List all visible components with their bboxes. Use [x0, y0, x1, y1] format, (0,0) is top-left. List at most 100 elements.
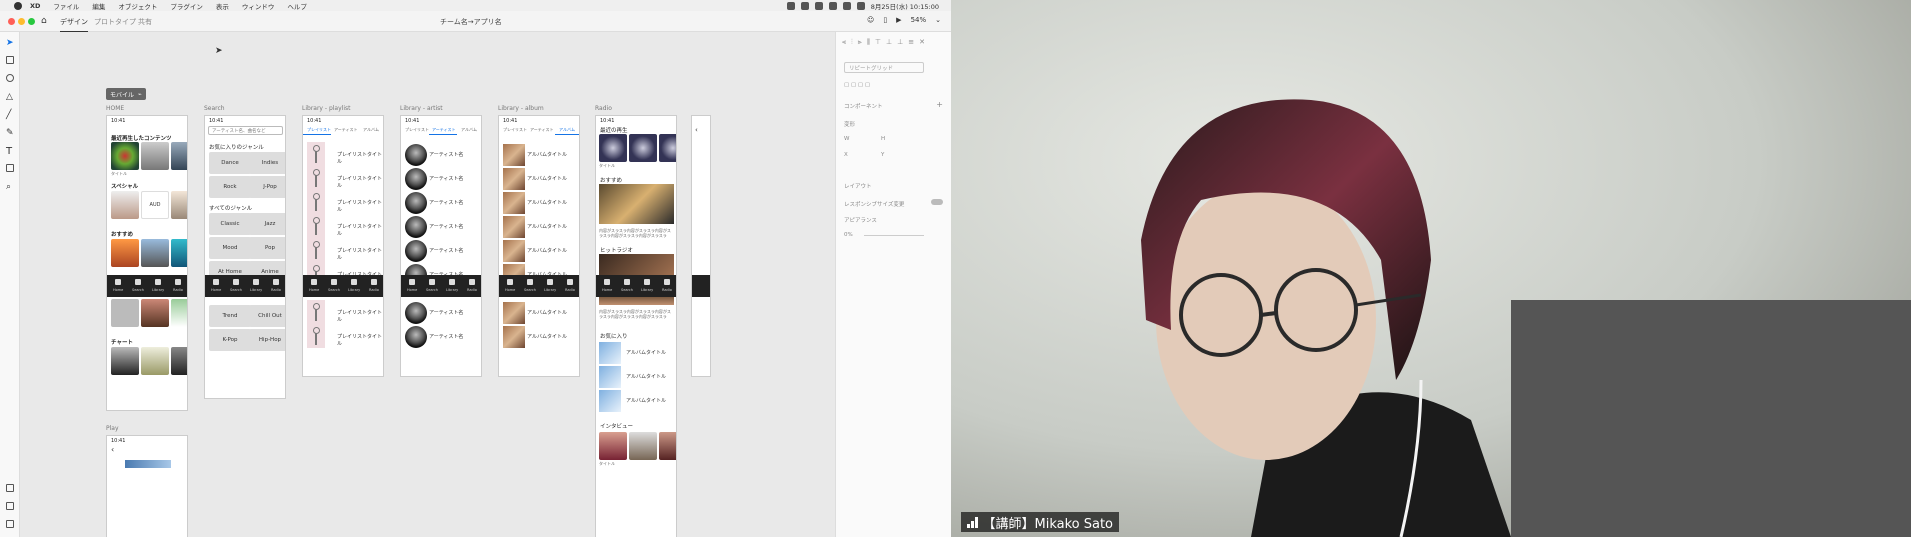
align-bottom-icon[interactable]: ⊥ — [897, 38, 903, 47]
menu-view[interactable]: 表示 — [216, 1, 229, 11]
radio-icon[interactable] — [469, 279, 475, 285]
home-icon[interactable] — [311, 279, 317, 285]
polygon-tool-icon[interactable]: △ — [6, 92, 13, 102]
genre-card[interactable]: Indies — [249, 152, 285, 174]
list-item[interactable]: プレイリストタイトル — [337, 175, 383, 189]
featured-image[interactable] — [599, 297, 674, 305]
menu-help[interactable]: ヘルプ — [287, 1, 307, 11]
repeat-grid-button[interactable]: リピートグリッド — [844, 62, 924, 73]
tab-album[interactable]: アルバム — [461, 127, 477, 133]
y-field[interactable]: Y — [881, 152, 884, 158]
menu-edit[interactable]: 編集 — [92, 1, 105, 11]
align-center-icon[interactable]: ⫶ — [851, 38, 853, 47]
library-icon[interactable] — [351, 279, 357, 285]
chevron-left-icon[interactable]: ‹ — [111, 445, 114, 454]
list-item[interactable]: アーティスト名 — [429, 223, 463, 230]
artboard-label-search[interactable]: Search — [204, 105, 225, 112]
radio-icon[interactable] — [371, 279, 377, 285]
tab-share[interactable]: 共有 — [138, 17, 152, 27]
text-tool-icon[interactable]: T — [6, 146, 12, 157]
content-thumbnail[interactable] — [141, 142, 169, 170]
play-icon[interactable]: ▶ — [896, 16, 901, 24]
album-cover[interactable] — [503, 240, 525, 262]
search-icon[interactable] — [429, 279, 435, 285]
list-item[interactable]: アルバムタイトル — [527, 223, 567, 230]
distribute-icon[interactable]: ⫼ — [867, 38, 870, 47]
tab-artist[interactable]: アーティスト — [334, 127, 358, 133]
device-preview-icon[interactable]: ▯ — [883, 16, 887, 24]
genre-card[interactable]: Rock — [209, 176, 251, 198]
search-icon[interactable] — [233, 279, 239, 285]
clock[interactable]: 8月25日(水) 10:15:00 — [871, 1, 939, 11]
align-left-icon[interactable]: ⫷ — [842, 38, 846, 47]
artboard-label-play[interactable]: Play — [106, 425, 119, 432]
content-thumbnail[interactable] — [171, 142, 187, 170]
list-item[interactable]: アーティスト名 — [429, 151, 463, 158]
album-cover[interactable] — [503, 168, 525, 190]
genre-card[interactable]: Chill Out — [249, 305, 285, 327]
radio-icon[interactable] — [273, 279, 279, 285]
rectangle-tool-icon[interactable] — [6, 56, 14, 64]
artboard-tool-icon[interactable] — [6, 164, 14, 172]
album-cover[interactable] — [503, 192, 525, 214]
search-icon[interactable] — [135, 279, 141, 285]
library-icon[interactable] — [155, 279, 161, 285]
opacity-field[interactable]: 0% — [844, 232, 853, 238]
home-icon[interactable]: ⌂ — [41, 16, 47, 26]
opacity-slider[interactable] — [864, 235, 924, 236]
wifi-icon[interactable] — [842, 2, 851, 10]
genre-card[interactable]: K-Pop — [209, 329, 251, 351]
search-icon[interactable] — [856, 2, 865, 10]
album-cover[interactable] — [503, 216, 525, 238]
menu-object[interactable]: オブジェクト — [118, 1, 157, 11]
status-icon[interactable] — [814, 2, 823, 10]
search-icon[interactable] — [624, 279, 630, 285]
list-item[interactable]: プレイリストタイトル — [337, 199, 383, 213]
content-thumbnail[interactable] — [111, 239, 139, 267]
content-thumbnail[interactable]: AUD — [141, 191, 169, 219]
album-cover[interactable] — [503, 302, 525, 324]
assets-icon[interactable] — [6, 484, 14, 492]
artist-avatar[interactable] — [405, 168, 427, 190]
artboard-artist[interactable]: 10:41 プレイリスト アーティスト アルバム アーティスト名 アーティスト名… — [400, 115, 482, 377]
list-item[interactable]: アーティスト名 — [429, 309, 463, 316]
distribute-v-icon[interactable]: ≡ — [908, 38, 914, 47]
genre-card[interactable]: Mood — [209, 237, 251, 259]
artboard-label-home[interactable]: HOME — [106, 105, 124, 112]
home-icon[interactable] — [409, 279, 415, 285]
featured-image[interactable] — [599, 254, 674, 276]
ellipse-tool-icon[interactable] — [6, 74, 14, 82]
close-window-button[interactable] — [8, 18, 15, 25]
tab-design[interactable]: デザイン — [60, 17, 88, 32]
content-thumbnail[interactable] — [629, 432, 657, 460]
status-icon[interactable] — [828, 2, 837, 10]
design-canvas[interactable]: ➤ モバイル ⌁ HOME 10:41 最近再生したコンテンツ タイトル スペシャ… — [20, 32, 835, 537]
artist-avatar[interactable] — [405, 302, 427, 324]
tab-album[interactable]: アルバム — [363, 127, 379, 133]
artboard-playlist[interactable]: 10:41 プレイリスト アーティスト アルバム プレイリストタイトル プレイリ… — [302, 115, 384, 377]
home-icon[interactable] — [507, 279, 513, 285]
status-icon[interactable] — [786, 2, 795, 10]
library-icon[interactable] — [449, 279, 455, 285]
list-item[interactable]: アーティスト名 — [429, 175, 463, 182]
responsive-toggle[interactable] — [931, 199, 943, 205]
list-item[interactable]: プレイリストタイトル — [337, 333, 383, 347]
align-right-icon[interactable]: ⫸ — [858, 38, 862, 47]
chevron-left-icon[interactable]: ‹ — [695, 126, 698, 134]
list-item[interactable]: プレイリストタイトル — [337, 151, 383, 165]
align-middle-icon[interactable]: ⊥ — [886, 38, 892, 47]
library-icon[interactable] — [644, 279, 650, 285]
search-icon[interactable] — [331, 279, 337, 285]
artboard-album[interactable]: 10:41 プレイリスト アーティスト アルバム アルバムタイトル アルバムタイ… — [498, 115, 580, 377]
album-cover[interactable] — [503, 326, 525, 348]
album-cover[interactable] — [599, 390, 621, 412]
content-thumbnail[interactable] — [141, 299, 169, 327]
artboard-play[interactable]: 10:41 ‹ — [106, 435, 188, 537]
artboard-radio[interactable]: 10:41 最近の再生 タイトル おすすめ 内容がスラスラ内容がスラスラ内容がス… — [595, 115, 677, 537]
album-cover[interactable] — [599, 366, 621, 388]
search-icon[interactable] — [527, 279, 533, 285]
artist-avatar[interactable] — [405, 216, 427, 238]
album-cover[interactable] — [599, 342, 621, 364]
tab-playlist[interactable]: プレイリスト — [405, 127, 429, 133]
content-thumbnail[interactable] — [659, 432, 676, 460]
